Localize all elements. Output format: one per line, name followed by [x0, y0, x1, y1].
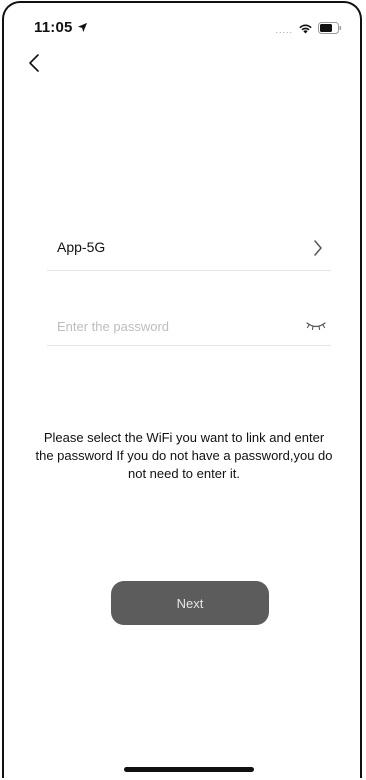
instruction-text: Please select the WiFi you want to link … — [35, 430, 333, 481]
signal-dots-icon: ..... — [275, 25, 293, 35]
back-button[interactable] — [22, 53, 46, 77]
wifi-ssid: App-5G — [57, 239, 106, 255]
eye-closed-icon[interactable] — [305, 318, 327, 336]
password-input[interactable] — [57, 315, 287, 337]
chevron-left-icon — [28, 53, 40, 78]
phone-screen: 11:05 ..... App-5G Please select the WiF… — [2, 1, 362, 778]
battery-icon — [318, 21, 342, 39]
wifi-icon — [298, 21, 313, 39]
status-time-group: 11:05 — [34, 19, 88, 36]
password-row — [47, 309, 331, 346]
chevron-right-icon — [313, 239, 323, 262]
location-arrow-icon — [77, 22, 88, 33]
wifi-select-row[interactable]: App-5G — [47, 233, 331, 271]
home-indicator[interactable] — [124, 767, 254, 772]
status-time: 11:05 — [34, 19, 73, 36]
status-icons: ..... — [275, 21, 342, 39]
status-bar: 11:05 ..... — [4, 3, 360, 47]
next-button[interactable]: Next — [111, 581, 269, 625]
